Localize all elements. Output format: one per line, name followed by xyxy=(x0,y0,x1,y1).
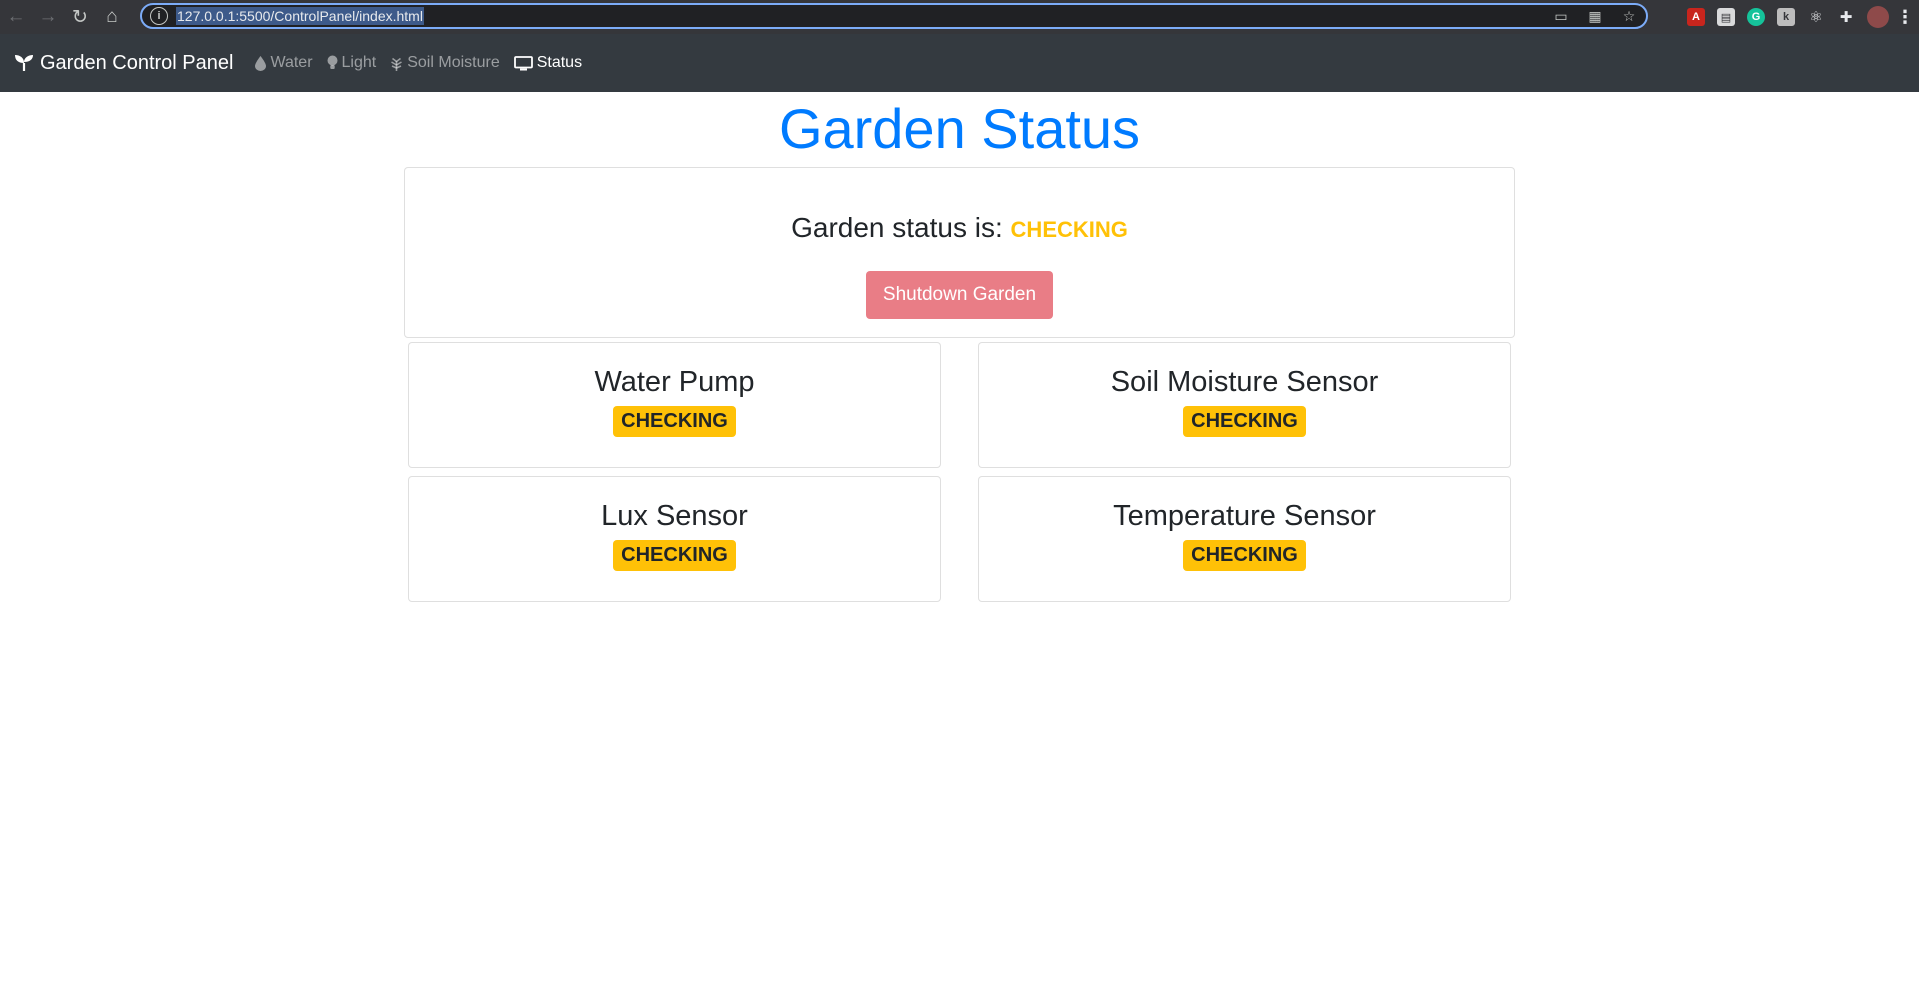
sensor-card-soil-moisture: Soil Moisture Sensor CHECKING xyxy=(978,342,1511,468)
app-navbar: Garden Control Panel Water Light Soil Mo… xyxy=(0,34,1919,92)
k-extension-icon[interactable]: k xyxy=(1777,8,1795,26)
home-icon[interactable]: ⌂ xyxy=(96,0,128,34)
profile-avatar[interactable] xyxy=(1867,6,1889,28)
nav-label-light: Light xyxy=(341,54,377,71)
nav-link-soil-moisture[interactable]: Soil Moisture xyxy=(390,54,500,72)
qr-code-icon[interactable]: ▦ xyxy=(1586,8,1604,25)
sensor-title: Lux Sensor xyxy=(601,500,748,532)
sensor-title: Temperature Sensor xyxy=(1113,500,1376,532)
nav-link-light[interactable]: Light xyxy=(327,54,377,72)
address-bar[interactable]: i 127.0.0.1:5500/ControlPanel/index.html… xyxy=(140,3,1648,29)
docs-extension-icon[interactable]: ▤ xyxy=(1717,8,1735,26)
water-drop-icon xyxy=(255,55,267,71)
nav-label-soil-moisture: Soil Moisture xyxy=(407,54,500,71)
sensor-title: Water Pump xyxy=(594,366,755,398)
brand-label: Garden Control Panel xyxy=(40,51,234,74)
address-url[interactable]: 127.0.0.1:5500/ControlPanel/index.html xyxy=(176,7,424,25)
reload-icon[interactable]: ↻ xyxy=(64,0,96,34)
react-devtools-icon[interactable]: ⚛ xyxy=(1807,8,1825,26)
garden-status-line: Garden status is: CHECKING xyxy=(405,210,1514,248)
garden-status-label: Garden status is: xyxy=(791,212,1003,243)
nav-link-water[interactable]: Water xyxy=(255,54,313,72)
grammarly-extension-icon[interactable]: G xyxy=(1747,8,1765,26)
cast-icon[interactable]: ▭ xyxy=(1552,8,1570,25)
nav-link-status[interactable]: Status xyxy=(513,54,583,72)
status-badge: CHECKING xyxy=(1183,540,1306,571)
monitor-icon xyxy=(513,55,533,70)
seedling-icon xyxy=(391,57,403,71)
pdf-extension-icon[interactable]: A xyxy=(1687,8,1705,26)
page-title: Garden Status xyxy=(778,97,1141,160)
forward-icon[interactable]: → xyxy=(32,0,64,34)
shutdown-garden-button[interactable]: Shutdown Garden xyxy=(865,271,1054,319)
nav-label-water: Water xyxy=(270,54,313,71)
garden-status-card: Garden status is: CHECKING Shutdown Gard… xyxy=(404,167,1515,338)
nav-label-status: Status xyxy=(536,54,583,71)
sensor-card-lux: Lux Sensor CHECKING xyxy=(408,476,941,602)
back-icon[interactable]: ← xyxy=(0,0,32,34)
garden-status-value: CHECKING xyxy=(1010,217,1128,242)
bookmark-star-icon[interactable]: ☆ xyxy=(1620,8,1638,25)
sensor-card-water-pump: Water Pump CHECKING xyxy=(408,342,941,468)
extensions-puzzle-icon[interactable]: ✚ xyxy=(1837,8,1855,26)
lightbulb-icon xyxy=(327,55,338,69)
status-badge: CHECKING xyxy=(1183,406,1306,437)
status-badge: CHECKING xyxy=(613,406,736,437)
site-info-icon[interactable]: i xyxy=(150,7,168,25)
status-badge: CHECKING xyxy=(613,540,736,571)
navbar-brand[interactable]: Garden Control Panel xyxy=(14,52,233,75)
sensor-title: Soil Moisture Sensor xyxy=(1110,366,1379,398)
seedling-icon xyxy=(15,55,33,71)
chrome-menu-icon[interactable]: ⋮ xyxy=(1896,7,1914,27)
sensor-card-temperature: Temperature Sensor CHECKING xyxy=(978,476,1511,602)
browser-toolbar: ← → ↻ ⌂ i 127.0.0.1:5500/ControlPanel/in… xyxy=(0,0,1919,34)
